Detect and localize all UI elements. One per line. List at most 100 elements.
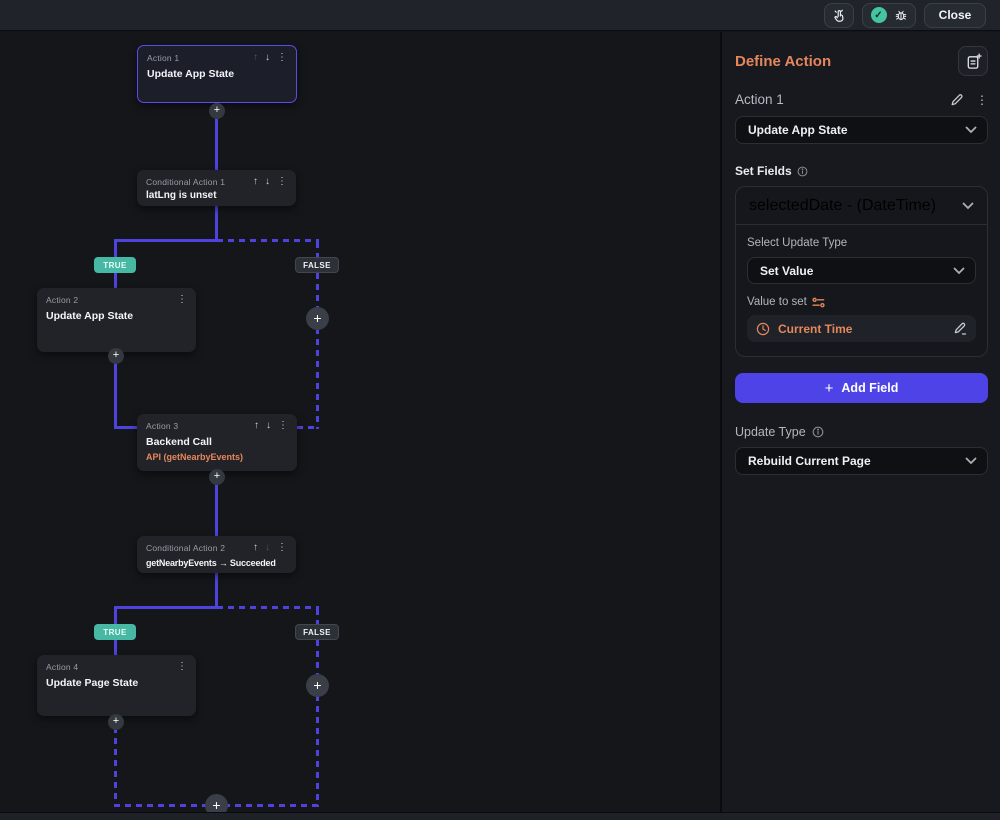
update-type-dropdown[interactable]: Rebuild Current Page	[735, 447, 988, 475]
node-label: Action 4	[46, 662, 79, 672]
top-bar: ✓ Close	[0, 0, 1000, 31]
node-menu-icon[interactable]: ⋮	[277, 543, 287, 553]
true-branch-badge: TRUE	[94, 624, 136, 640]
node-title: Update App State	[46, 310, 134, 322]
status-debug-group[interactable]: ✓	[862, 2, 916, 28]
flow-node-conditional-2[interactable]: Conditional Action 2 ↑ ↓ ⋮ getNearbyEven…	[137, 536, 296, 573]
info-icon	[797, 166, 808, 176]
clock-icon	[756, 322, 770, 335]
node-menu-icon[interactable]: ⋮	[277, 177, 287, 187]
move-down-icon[interactable]: ↓	[266, 421, 271, 431]
node-menu-icon[interactable]: ⋮	[277, 53, 287, 63]
move-down-icon: ↓	[265, 542, 270, 553]
node-title: Update App State	[147, 68, 235, 80]
action-type-dropdown[interactable]: Update App State	[735, 116, 988, 144]
false-branch-badge: FALSE	[295, 624, 339, 640]
connector-false-branch	[316, 640, 319, 807]
connector	[114, 426, 137, 429]
edit-value-icon[interactable]	[953, 322, 967, 336]
move-up-icon[interactable]: ↑	[254, 421, 259, 431]
select-update-type-dropdown[interactable]: Set Value	[747, 257, 976, 284]
connector	[114, 242, 117, 258]
field-selector-dropdown[interactable]: selectedDate - (DateTime)	[736, 187, 987, 225]
node-label: Action 3	[146, 421, 179, 431]
gesture-icon	[833, 9, 844, 22]
move-up-icon: ↑	[253, 52, 258, 63]
copy-actions-button[interactable]	[958, 46, 988, 76]
true-branch-badge: TRUE	[94, 257, 136, 273]
close-button[interactable]: Close	[924, 2, 986, 28]
bottom-edge	[0, 812, 1000, 820]
node-title: getNearbyEvents → Succeeded	[146, 558, 276, 568]
connector-false-branch	[316, 273, 319, 429]
no-errors-check-icon: ✓	[870, 7, 887, 23]
connector	[297, 426, 319, 429]
move-up-icon[interactable]: ↑	[253, 177, 258, 187]
action-number-label: Action 1	[735, 92, 784, 107]
flow-node-action-1[interactable]: Action 1 ↑ ↓ ⋮ Update App State	[137, 45, 297, 103]
value-to-set-value: Current Time	[778, 321, 853, 336]
set-fields-label: Set Fields	[735, 164, 792, 178]
connector-true-branch	[114, 640, 117, 655]
connector-true-branch	[114, 273, 117, 288]
field-selector-value: selectedDate - (DateTime)	[749, 196, 937, 214]
add-field-label: Add Field	[841, 381, 899, 395]
node-subtitle: API (getNearbyEvents)	[146, 452, 244, 462]
update-type-label: Update Type	[735, 425, 806, 439]
plus-icon: +	[824, 379, 834, 397]
node-label: Conditional Action 1	[146, 177, 226, 187]
add-action-button[interactable]: +	[209, 103, 225, 119]
variable-settings-icon	[812, 297, 825, 307]
define-action-panel: Define Action Action 1 ⋮ Update App Stat…	[720, 32, 1000, 820]
chevron-down-icon	[962, 202, 974, 210]
add-action-button[interactable]: +	[209, 469, 225, 485]
node-menu-icon[interactable]: ⋮	[177, 295, 187, 305]
move-down-icon[interactable]: ↓	[265, 177, 270, 187]
chevron-down-icon	[953, 267, 965, 275]
select-update-type-label: Select Update Type	[747, 237, 848, 249]
flow-node-action-3[interactable]: Action 3 ↑ ↓ ⋮ Backend Call API (getNear…	[137, 414, 297, 471]
node-menu-icon[interactable]: ⋮	[177, 662, 187, 672]
connector	[114, 609, 117, 624]
flow-node-action-2[interactable]: Action 2 ⋮ Update App State	[37, 288, 196, 352]
move-down-icon[interactable]: ↓	[265, 53, 270, 63]
add-field-button[interactable]: + Add Field	[735, 373, 988, 403]
connector	[217, 239, 319, 242]
gesture-trigger-button[interactable]	[824, 2, 854, 28]
action-flow-canvas[interactable]: Action 1 ↑ ↓ ⋮ Update App State + Condit…	[0, 32, 720, 817]
move-up-icon[interactable]: ↑	[253, 543, 258, 553]
connector	[114, 606, 217, 609]
connector	[114, 239, 217, 242]
add-action-button[interactable]: +	[306, 307, 329, 330]
update-type-value: Rebuild Current Page	[748, 454, 871, 468]
node-label: Conditional Action 2	[146, 543, 226, 553]
close-button-label: Close	[938, 8, 972, 22]
chevron-down-icon	[965, 126, 977, 134]
select-update-type-value: Set Value	[760, 263, 814, 278]
connector	[215, 573, 218, 607]
action-type-value: Update App State	[748, 123, 848, 137]
add-action-button[interactable]: +	[108, 348, 124, 364]
bug-icon[interactable]	[894, 8, 908, 22]
node-label: Action 1	[147, 53, 180, 63]
value-to-set-field[interactable]: Current Time	[747, 315, 976, 342]
node-menu-icon[interactable]: ⋮	[278, 421, 288, 431]
set-fields-card: selectedDate - (DateTime) Select Update …	[735, 186, 988, 357]
action-menu-icon[interactable]: ⋮	[976, 93, 988, 107]
connector	[215, 206, 218, 240]
copy-plus-icon	[967, 52, 982, 69]
node-label: Action 2	[46, 295, 79, 305]
false-branch-badge: FALSE	[295, 257, 339, 273]
chevron-down-icon	[965, 457, 977, 465]
add-action-button[interactable]: +	[306, 674, 329, 697]
flow-node-action-4[interactable]: Action 4 ⋮ Update Page State	[37, 655, 196, 716]
rename-action-icon[interactable]	[950, 93, 964, 107]
panel-title: Define Action	[735, 52, 832, 70]
info-icon	[812, 426, 824, 438]
add-action-button[interactable]: +	[108, 714, 124, 730]
node-title: latLng is unset	[146, 190, 217, 201]
flow-node-conditional-1[interactable]: Conditional Action 1 ↑ ↓ ⋮ latLng is uns…	[137, 170, 296, 206]
connector	[316, 609, 319, 624]
connector	[316, 242, 319, 258]
value-to-set-label: Value to set	[747, 296, 807, 308]
